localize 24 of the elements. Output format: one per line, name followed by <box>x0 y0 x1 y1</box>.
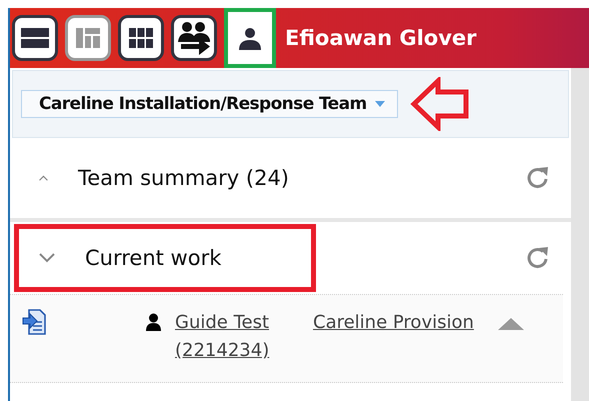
chevron-up-icon <box>39 173 48 183</box>
layout-icon <box>76 28 100 48</box>
grid-view-button[interactable] <box>118 15 164 61</box>
rows-view-button[interactable] <box>12 15 58 61</box>
refresh-icon[interactable] <box>525 245 551 271</box>
collapse-triangle-icon[interactable] <box>498 318 524 330</box>
person-icon <box>146 313 161 331</box>
transfer-view-button[interactable] <box>171 15 217 61</box>
person-link[interactable]: Guide Test (2214234) <box>175 309 295 365</box>
refresh-icon[interactable] <box>525 165 551 191</box>
team-dropdown[interactable]: Careline Installation/Response Team <box>21 90 398 118</box>
rows-icon <box>21 28 49 48</box>
section-title: Current work <box>85 246 222 270</box>
person-view-button[interactable] <box>224 8 276 68</box>
section-title: Team summary (24) <box>78 166 289 190</box>
user-name: Efioawan Glover <box>285 26 476 50</box>
chevron-down-icon <box>39 253 55 263</box>
grid-icon <box>129 28 153 48</box>
section-header[interactable]: Current work <box>10 218 571 294</box>
person-icon <box>237 25 263 51</box>
caret-icon <box>374 101 385 107</box>
service-link[interactable]: Careline Provision <box>313 309 474 337</box>
people-arrow-icon <box>176 20 212 56</box>
document-arrow-icon[interactable] <box>22 309 46 335</box>
